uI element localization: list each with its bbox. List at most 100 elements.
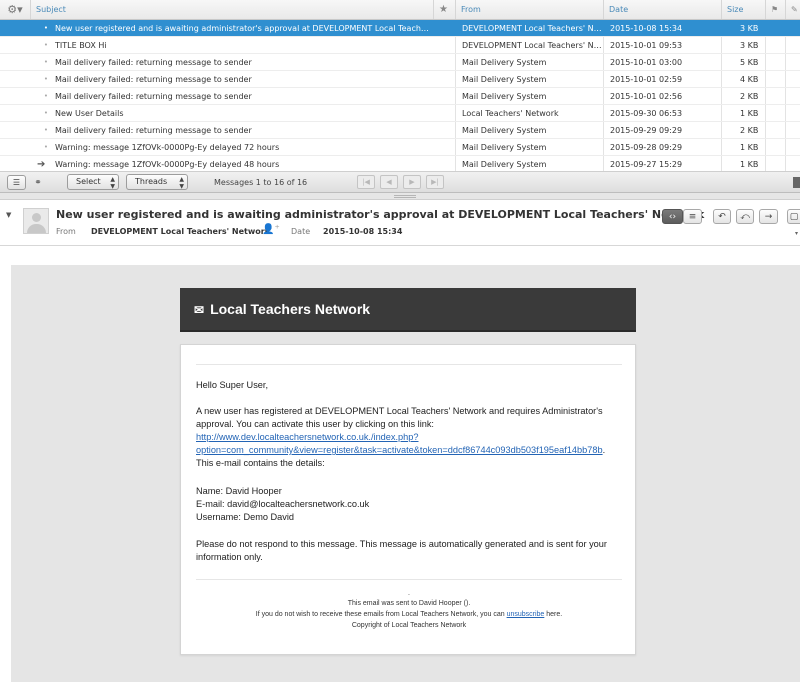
row-subject: Warning: message 1ZfOVk-0000Pg-Ey delaye… [55,160,280,169]
row-subject: Warning: message 1ZfOVk-0000Pg-Ey delaye… [55,143,280,152]
list-options-gear-icon[interactable]: ⚙▾ [0,0,30,19]
table-row[interactable]: • New user registered and is awaiting adm… [0,20,800,37]
table-row[interactable]: • Warning: message 1ZfOVk-0000Pg-Ey delay… [0,139,800,156]
previous-page-icon[interactable]: ◀ [380,175,398,189]
unsubscribe-link[interactable]: unsubscribe [507,611,545,618]
pane-splitter[interactable] [0,193,800,200]
row-date: 2015-10-01 02:59 [610,75,683,84]
reply-all-icon[interactable]: ⤺ [736,209,754,224]
row-from: Mail Delivery System [462,92,547,101]
email-card: Hello Super User, A new user has registe… [180,344,636,655]
column-flag-star-icon[interactable]: ★ [433,0,455,19]
add-contact-icon[interactable]: 👤⁺ [262,224,280,235]
row-date: 2015-10-08 15:34 [610,24,683,33]
last-page-icon[interactable]: ▶| [426,175,444,189]
select-dropdown[interactable]: Select ▲ ▼ [67,174,119,190]
activation-link[interactable]: http://www.dev.localteachersnetwork.co.u… [196,432,603,455]
collapse-header-icon[interactable]: ▼ [6,211,11,219]
select-dropdown-label: Select [76,177,101,186]
email-greeting: Hello Super User, [196,380,269,390]
select-dropdown-arrows-icon: ▲ ▼ [110,176,115,190]
forward-icon[interactable]: → [759,209,778,224]
row-size: 1 KB [740,109,759,118]
first-page-icon[interactable]: |◀ [357,175,375,189]
table-row[interactable]: ➔ Warning: message 1ZfOVk-0000Pg-Ey delay… [0,156,800,171]
row-size: 3 KB [740,41,759,50]
list-toolbar: ☰ ⚭ Select ▲ ▼ Threads ▲ ▼ Messages 1 to 1… [0,172,800,193]
html-view-icon[interactable]: ‹› [662,209,683,224]
toolbar-edge-handle[interactable] [793,177,800,188]
column-date[interactable]: Date [603,0,721,19]
reply-icon[interactable]: ↶ [713,209,731,224]
date-label: Date [291,227,311,236]
column-attachment-icon[interactable]: ✎ [785,0,800,19]
top-divider [196,364,622,365]
threads-dropdown[interactable]: Threads ▲ ▼ [126,174,188,190]
from-label: From [56,227,76,236]
row-size: 3 KB [740,24,759,33]
table-row[interactable]: • Mail delivery failed: returning message… [0,54,800,71]
read-status-icon: • [43,126,49,134]
read-status-icon: • [43,109,49,117]
next-page-icon[interactable]: ▶ [403,175,421,189]
detail-name: Name: David Hooper [196,486,282,496]
footer-unsubscribe-pre: If you do not wish to receive these emai… [255,611,507,618]
footer-unsubscribe-line: If you do not wish to receive these emai… [181,609,637,620]
from-value[interactable]: DEVELOPMENT Local Teachers' Network [91,227,270,236]
footer-copyright: Copyright of Local Teachers Network [351,622,467,629]
message-rows: • New user registered and is awaiting adm… [0,20,800,171]
row-size: 1 KB [740,143,759,152]
row-from: Mail Delivery System [462,160,547,169]
table-row[interactable]: • Mail delivery failed: returning message… [0,88,800,105]
message-subject: New user registered and is awaiting admi… [56,208,705,221]
threads-dropdown-arrows-icon: ▲ ▼ [179,176,184,190]
activation-link-line1: http://www.dev.localteachersnetwork.co.u… [196,432,419,442]
date-value: 2015-10-08 15:34 [323,227,403,236]
column-from[interactable]: From [455,0,603,19]
row-size: 5 KB [740,58,759,67]
row-date: 2015-10-01 03:00 [610,58,683,67]
row-date: 2015-09-28 09:29 [610,143,683,152]
table-row[interactable]: • TITLE BOX Hi DEVELOPMENT Local Teachers'… [0,37,800,54]
activation-link-tail: . [602,445,606,455]
read-status-icon: • [43,24,49,32]
threads-toggle-icon[interactable]: ⚭ [30,175,46,190]
row-subject: Mail delivery failed: returning message … [55,58,252,67]
table-row[interactable]: • Mail delivery failed: returning message… [0,122,800,139]
row-size: 4 KB [740,75,759,84]
splitter-grip-icon[interactable] [394,195,416,198]
read-status-icon: • [43,41,49,49]
row-size: 2 KB [740,92,759,101]
row-date: 2015-09-30 06:53 [610,109,683,118]
auto-notice: Please do not respond to this message. T… [196,539,607,562]
read-status-icon: • [43,143,49,151]
row-size: 1 KB [740,160,759,169]
user-details: Name: David Hooper E-mail: david@localte… [196,485,626,524]
column-size[interactable]: Size [721,0,765,19]
list-menu-icon[interactable]: ☰ [7,175,26,190]
forwarded-icon: ➔ [37,159,46,170]
table-row[interactable]: • Mail delivery failed: returning message… [0,71,800,88]
row-from: Local Teachers' Network [462,109,559,118]
banner-title: ✉ Local Teachers Network [194,301,370,317]
activation-intro: A new user has registered at DEVELOPMENT… [196,406,603,429]
more-actions-dropdown-icon[interactable]: ▾ [795,230,798,237]
table-row[interactable]: • New User Details Local Teachers' Network… [0,105,800,122]
plain-text-view-icon[interactable]: ≡ [683,209,702,224]
sender-avatar [23,208,49,234]
footer-unsubscribe-post: here. [544,611,563,618]
detail-email: E-mail: david@localteachersnetwork.co.uk [196,499,370,509]
row-from: DEVELOPMENT Local Teachers' N… [462,24,602,33]
row-date: 2015-09-27 15:29 [610,160,683,169]
row-from: Mail Delivery System [462,58,547,67]
column-subject[interactable]: Subject [30,0,433,19]
more-actions-icon[interactable]: ▢ [787,209,800,224]
row-from: Mail Delivery System [462,75,547,84]
row-date: 2015-09-29 09:29 [610,126,683,135]
column-reply-status-icon[interactable]: ⚑ [765,0,785,19]
row-from: Mail Delivery System [462,143,547,152]
email-paragraph: A new user has registered at DEVELOPMENT… [196,405,626,470]
threads-dropdown-label: Threads [135,177,168,186]
row-from: DEVELOPMENT Local Teachers' N… [462,41,602,50]
read-status-icon: • [43,75,49,83]
